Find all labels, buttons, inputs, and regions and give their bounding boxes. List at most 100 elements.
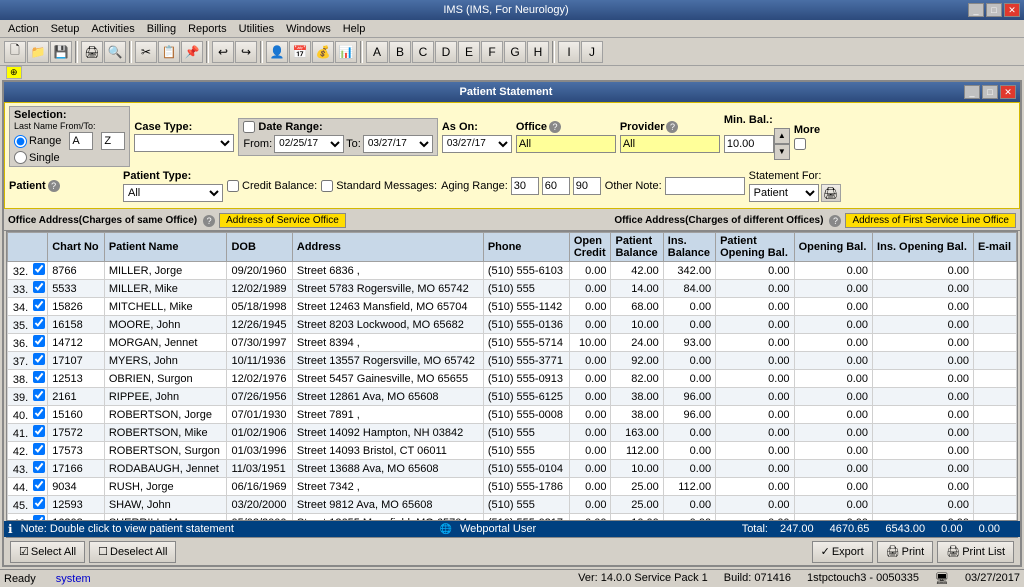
toolbar-btn-i[interactable]: I [558,41,580,63]
row-checkbox[interactable] [33,317,45,329]
range-radio[interactable] [14,135,27,148]
date-range-checkbox[interactable] [243,121,255,133]
th-name[interactable]: Patient Name [104,233,227,262]
spin-down[interactable]: ▼ [774,144,790,160]
toolbar-btn-f[interactable]: F [481,41,503,63]
table-row[interactable]: 39. 2161 RIPPEE, John 07/26/1956 Street … [8,388,1017,406]
single-radio[interactable] [14,151,27,164]
table-row[interactable]: 46. 16208 SHERRILL, Mery 05/02/2000 Stre… [8,514,1017,522]
toolbar-btn-j[interactable]: J [581,41,603,63]
row-checkbox[interactable] [33,353,45,365]
table-row[interactable]: 37. 17107 MYERS, John 10/11/1936 Street … [8,352,1017,370]
table-row[interactable]: 43. 17166 RODABAUGH, Jennet 11/03/1951 S… [8,460,1017,478]
single-radio-label[interactable]: Single [14,151,60,164]
row-checkbox[interactable] [33,371,45,383]
table-row[interactable]: 38. 12513 OBRIEN, Surgon 12/02/1976 Stre… [8,370,1017,388]
row-checkbox[interactable] [33,497,45,509]
toolbar-btn-schedule[interactable]: 📅 [289,41,311,63]
th-email[interactable]: E-mail [974,233,1017,262]
toolbar-btn-g[interactable]: G [504,41,526,63]
menu-billing[interactable]: Billing [141,22,182,36]
th-ins-bal[interactable]: Ins.Balance [663,233,715,262]
th-open-bal[interactable]: Opening Bal. [794,233,872,262]
row-checkbox[interactable] [33,281,45,293]
dialog-close[interactable]: ✕ [1000,85,1016,99]
row-checkbox[interactable] [33,335,45,347]
th-pat-open[interactable]: PatientOpening Bal. [716,233,794,262]
patient-help[interactable]: ? [48,180,60,192]
toolbar-btn-save[interactable]: 💾 [50,41,72,63]
th-phone[interactable]: Phone [483,233,569,262]
th-pat-bal[interactable]: PatientBalance [611,233,663,262]
aging-30[interactable]: 30 [511,177,539,195]
table-row[interactable]: 44. 9034 RUSH, Jorge 06/16/1969 Street 7… [8,478,1017,496]
table-row[interactable]: 34. 15826 MITCHELL, Mike 05/18/1998 Stre… [8,298,1017,316]
as-on-select[interactable]: 03/27/17 [442,135,512,153]
toolbar-btn-patients[interactable]: 👤 [266,41,288,63]
toolbar-btn-preview[interactable]: 🔍 [104,41,126,63]
toolbar-btn-undo[interactable]: ↩ [212,41,234,63]
dialog-maximize[interactable]: □ [982,85,998,99]
row-checkbox[interactable] [33,443,45,455]
patient-table-container[interactable]: Chart No Patient Name DOB Address Phone … [6,231,1018,521]
case-type-select[interactable] [134,134,234,152]
statement-for-select[interactable]: Patient [749,184,819,202]
toolbar-btn-new[interactable]: 🗋 [4,41,26,63]
toolbar-btn-d[interactable]: D [435,41,457,63]
toolbar-btn-print[interactable]: 🖨 [81,41,103,63]
menu-help[interactable]: Help [337,22,372,36]
provider-help[interactable]: ? [666,121,678,133]
addr-left-tab[interactable]: Address of Service Office [219,213,346,228]
row-checkbox[interactable] [33,461,45,473]
range-radio-label[interactable]: Range [14,135,61,148]
dialog-controls[interactable]: _ □ ✕ [964,85,1016,99]
dialog-minimize[interactable]: _ [964,85,980,99]
deselect-all-button[interactable]: ☐ Deselect All [89,541,176,563]
credit-balance-checkbox[interactable] [227,180,239,192]
toolbar-btn-a[interactable]: A [366,41,388,63]
table-row[interactable]: 45. 12593 SHAW, John 03/20/2000 Street 9… [8,496,1017,514]
print-button[interactable]: 🖨 Print [877,541,934,563]
th-address[interactable]: Address [292,233,483,262]
table-row[interactable]: 35. 16158 MOORE, John 12/26/1945 Street … [8,316,1017,334]
addr-left-help[interactable]: ? [203,215,215,227]
provider-input[interactable] [620,135,720,153]
menu-reports[interactable]: Reports [182,22,233,36]
statement-for-btn[interactable]: 🖨 [821,184,841,202]
from-date-select[interactable]: 02/25/17 [274,135,344,153]
menu-activities[interactable]: Activities [85,22,140,36]
maximize-button[interactable]: □ [986,3,1002,17]
office-help[interactable]: ? [549,121,561,133]
spin-up[interactable]: ▲ [774,128,790,144]
menu-setup[interactable]: Setup [45,22,86,36]
to-input[interactable] [101,132,125,150]
from-input[interactable] [69,132,93,150]
table-row[interactable]: 40. 15160 ROBERTSON, Jorge 07/01/1930 St… [8,406,1017,424]
table-row[interactable]: 32. 8766 MILLER, Jorge 09/20/1960 Street… [8,262,1017,280]
toolbar-btn-open[interactable]: 📁 [27,41,49,63]
row-checkbox[interactable] [33,263,45,275]
other-note-input[interactable] [665,177,745,195]
select-all-button[interactable]: ☑ Select All [10,541,85,563]
minimize-button[interactable]: _ [968,3,984,17]
toolbar-btn-copy[interactable]: 📋 [158,41,180,63]
toolbar-btn-reports[interactable]: 📊 [335,41,357,63]
table-row[interactable]: 41. 17572 ROBERTSON, Mike 01/02/1906 Str… [8,424,1017,442]
toolbar-btn-cut[interactable]: ✂ [135,41,157,63]
menu-action[interactable]: Action [2,22,45,36]
table-row[interactable]: 36. 14712 MORGAN, Jennet 07/30/1997 Stre… [8,334,1017,352]
print-list-button[interactable]: 🖨 Print List [937,541,1014,563]
row-checkbox[interactable] [33,299,45,311]
status-system[interactable]: system [56,573,91,585]
th-ins-open[interactable]: Ins. Opening Bal. [873,233,974,262]
toolbar-btn-c[interactable]: C [412,41,434,63]
addr-right-help[interactable]: ? [829,215,841,227]
patient-type-select[interactable]: All [123,184,223,202]
toolbar-btn-e[interactable]: E [458,41,480,63]
menu-windows[interactable]: Windows [280,22,337,36]
row-checkbox[interactable] [33,425,45,437]
more-checkbox[interactable] [794,138,806,150]
row-checkbox[interactable] [33,407,45,419]
th-open-credit[interactable]: OpenCredit [569,233,611,262]
table-row[interactable]: 42. 17573 ROBERTSON, Surgon 01/03/1996 S… [8,442,1017,460]
